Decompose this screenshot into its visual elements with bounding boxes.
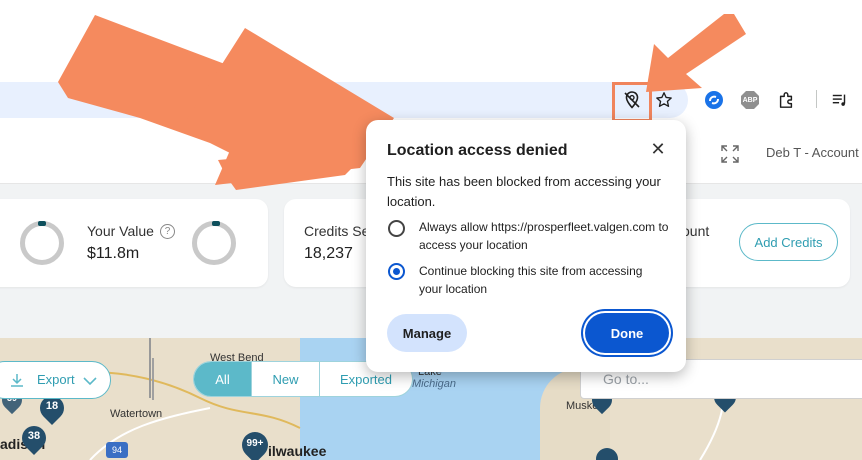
help-icon[interactable]: ? [160,224,175,239]
toolbar-divider [816,90,817,108]
progress-ring [20,221,64,265]
account-menu[interactable]: Deb T - Account [766,145,859,160]
your-value-amount: $11.8m [87,245,140,262]
map-label-watertown: Watertown [110,408,163,420]
map-pin-count: 99+ [246,438,264,449]
credits-value: 18,237 [304,245,353,262]
puzzle-icon[interactable] [774,88,798,112]
map-label-milwaukee: ilwaukee [268,443,327,459]
map-label-lake-name: Michigan [412,378,457,390]
export-button[interactable]: Export [0,361,111,399]
radio-continue-blocking[interactable] [388,263,405,280]
download-icon [11,374,23,387]
amount-label: ount [682,223,710,239]
radio-continue-blocking-label[interactable]: Continue blocking this site from accessi… [419,262,669,298]
manage-button[interactable]: Manage [387,314,467,352]
progress-ring [192,221,236,265]
filter-new[interactable]: New [252,362,320,396]
star-icon[interactable] [652,88,676,112]
your-value-card: Your Value ? $11.8m [0,199,268,287]
radio-always-allow[interactable] [388,220,405,237]
adblock-icon[interactable]: ABP [738,88,762,112]
fullscreen-icon[interactable] [720,144,740,164]
browser-tab-strip [0,0,862,82]
add-credits-button[interactable]: Add Credits [739,223,838,261]
your-value-label: Your Value [87,223,154,239]
progress-ring-indicator [212,221,220,226]
popup-description: This site has been blocked from accessin… [387,174,661,209]
export-label: Export [37,372,75,387]
location-icon-highlight [612,82,652,122]
chevron-down-icon [83,377,97,386]
sync-extension-icon[interactable] [702,88,726,112]
map-pin-count: 18 [45,400,59,412]
media-control-icon[interactable] [828,88,852,112]
map-divider [152,358,154,400]
radio-always-allow-label[interactable]: Always allow https://prosperfleet.valgen… [419,218,669,254]
filter-all[interactable]: All [194,362,252,396]
progress-ring-indicator [38,221,46,226]
address-bar[interactable] [0,82,688,118]
done-button[interactable]: Done [585,313,669,353]
location-permission-popup: Location access denied ✕ This site has b… [366,120,686,372]
close-icon[interactable]: ✕ [649,140,667,158]
interstate-shield: 94 [106,442,128,458]
map-pin-count: 38 [27,430,41,442]
adblock-label: ABP [742,96,758,104]
credits-label: Credits Se [304,223,370,239]
popup-title: Location access denied [387,142,568,159]
